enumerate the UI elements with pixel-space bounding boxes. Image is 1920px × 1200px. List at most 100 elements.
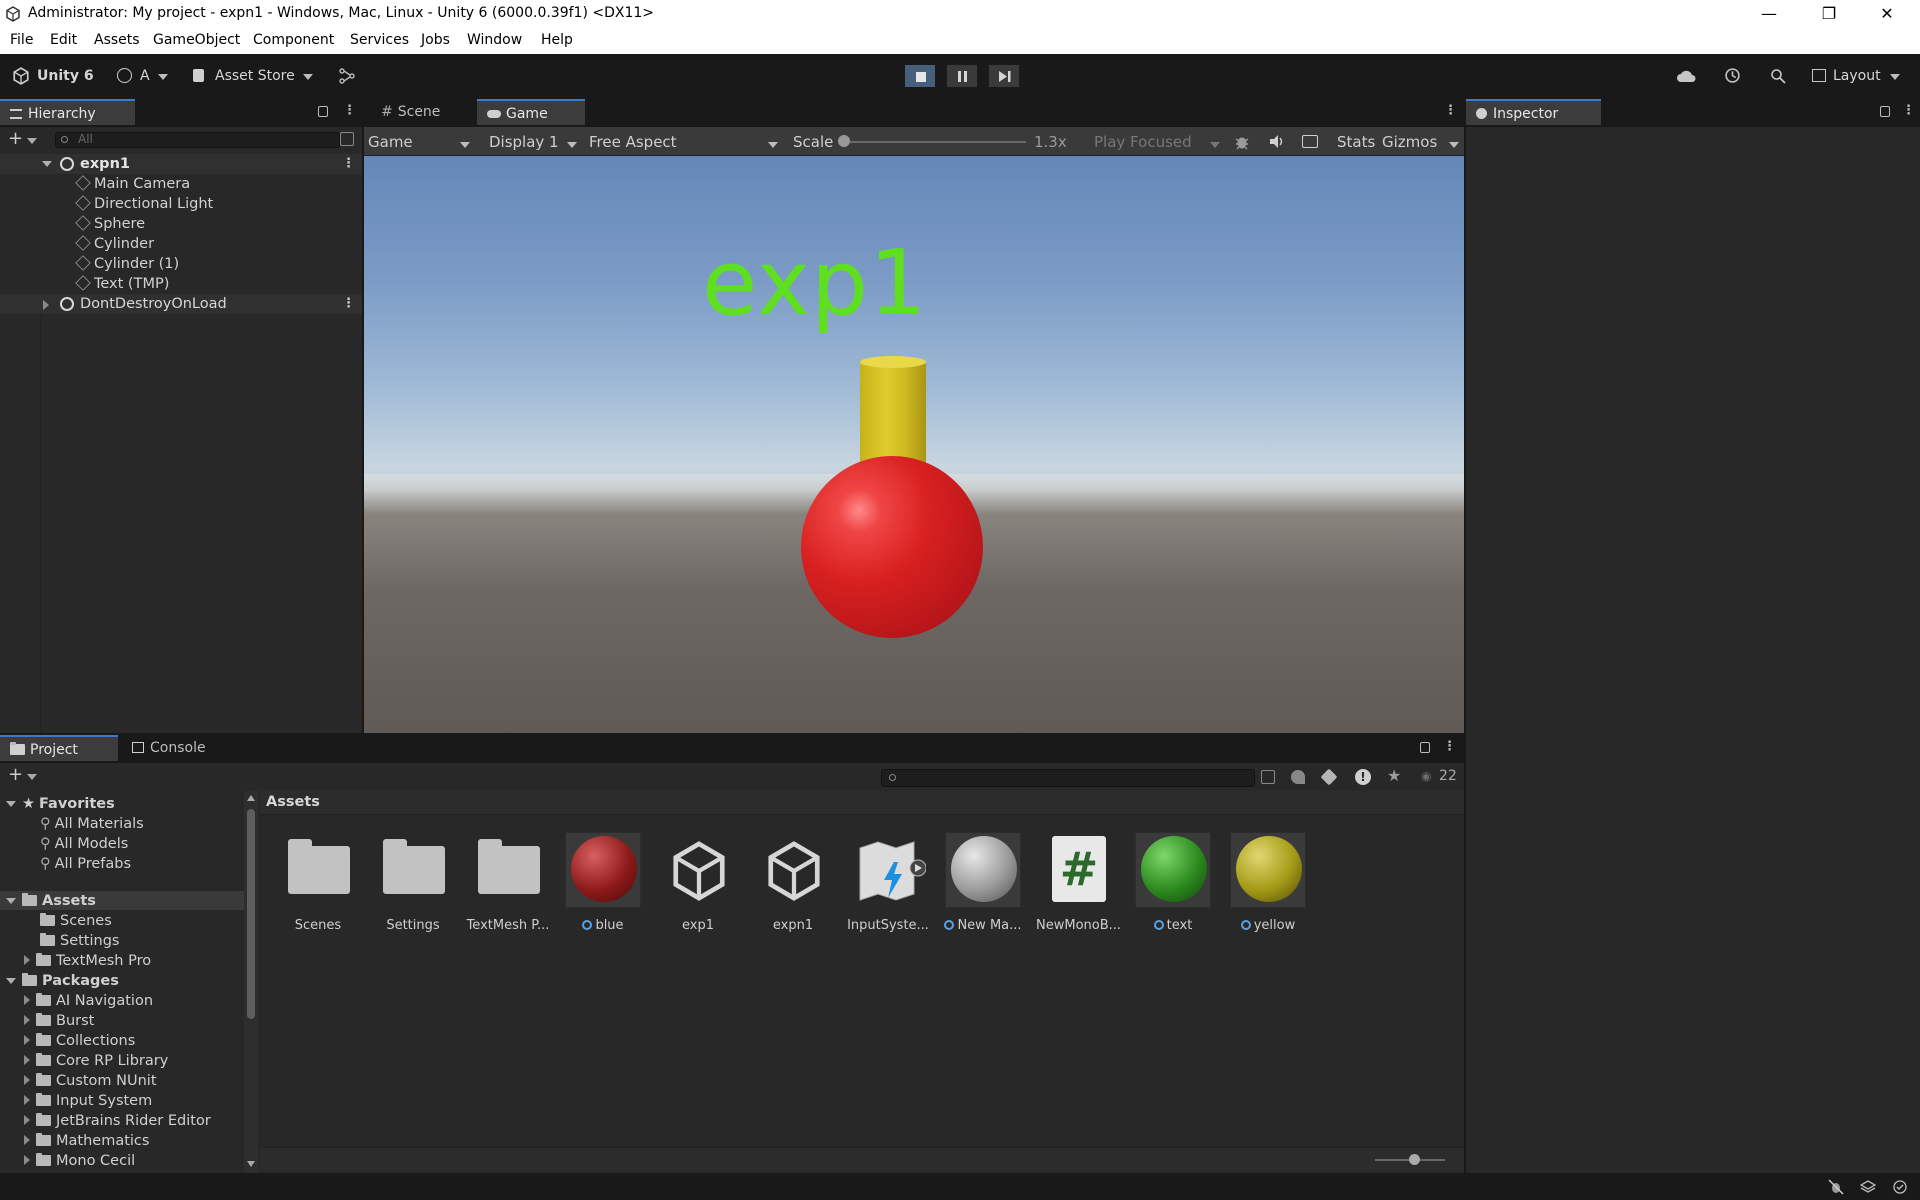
search-filter-icon[interactable] bbox=[340, 132, 354, 146]
package-item[interactable]: Core RP Library bbox=[24, 1051, 168, 1071]
package-item[interactable]: JetBrains Rider Editor bbox=[24, 1111, 211, 1131]
minimize-button[interactable]: — bbox=[1746, 0, 1792, 28]
dropdown-icon[interactable] bbox=[768, 139, 778, 154]
aspect-dropdown[interactable]: Free Aspect bbox=[589, 131, 677, 153]
menu-file[interactable]: File bbox=[10, 32, 33, 48]
layers-icon[interactable] bbox=[1860, 1179, 1876, 1195]
package-item[interactable]: AI Navigation bbox=[24, 991, 153, 1011]
assets-tree-item[interactable]: Settings bbox=[40, 931, 119, 951]
stats-button[interactable]: Stats bbox=[1337, 131, 1375, 153]
packages-header[interactable]: Packages bbox=[6, 971, 119, 991]
scene-row[interactable]: expn1 ⋮ bbox=[0, 154, 362, 174]
menu-help[interactable]: Help bbox=[541, 32, 573, 48]
tree-scrollbar[interactable] bbox=[244, 791, 258, 1173]
package-item[interactable]: Mathematics bbox=[24, 1131, 149, 1151]
menu-assets[interactable]: Assets bbox=[94, 32, 140, 48]
tab-game[interactable]: Game bbox=[477, 99, 585, 125]
package-item[interactable]: Input System bbox=[24, 1091, 152, 1111]
assets-tree-item[interactable]: Scenes bbox=[40, 911, 112, 931]
more-options-icon[interactable]: ⋮ bbox=[1902, 103, 1915, 118]
menu-services[interactable]: Services bbox=[350, 32, 409, 48]
more-options-icon[interactable]: ⋮ bbox=[343, 103, 356, 118]
asset-item[interactable]: exp1 bbox=[656, 832, 740, 933]
hierarchy-search[interactable]: All bbox=[55, 132, 340, 148]
more-options-icon[interactable]: ⋮ bbox=[1444, 103, 1457, 118]
asset-item[interactable]: blue bbox=[561, 832, 645, 933]
asset-item[interactable]: TextMesh P... bbox=[466, 832, 550, 933]
assets-tree-item[interactable]: TextMesh Pro bbox=[24, 951, 151, 971]
breadcrumb-assets[interactable]: Assets bbox=[266, 794, 320, 810]
asset-item[interactable]: text bbox=[1131, 832, 1215, 933]
package-item[interactable]: Collections bbox=[24, 1031, 135, 1051]
ddol-menu-icon[interactable]: ⋮ bbox=[342, 294, 355, 314]
gizmos-button[interactable]: Gizmos bbox=[1382, 131, 1437, 153]
type-filter-icon[interactable] bbox=[1291, 770, 1305, 784]
dropdown-icon[interactable] bbox=[460, 139, 470, 154]
asset-item[interactable]: Settings bbox=[371, 832, 455, 933]
scroll-up-icon[interactable] bbox=[247, 795, 255, 801]
hierarchy-item[interactable]: Text (TMP) bbox=[75, 274, 169, 294]
check-circle-icon[interactable] bbox=[1892, 1179, 1908, 1195]
pause-button[interactable] bbox=[946, 64, 978, 88]
label-filter-icon[interactable] bbox=[1320, 768, 1338, 786]
history-icon[interactable] bbox=[1724, 67, 1741, 84]
step-button[interactable] bbox=[988, 64, 1020, 88]
audio-icon[interactable] bbox=[1269, 134, 1285, 149]
layout-dropdown[interactable]: Layout bbox=[1833, 68, 1881, 84]
account-dropdown-icon[interactable] bbox=[158, 71, 168, 86]
menu-component[interactable]: Component bbox=[253, 32, 334, 48]
asset-item[interactable]: yellow bbox=[1226, 832, 1310, 933]
gizmos-dropdown-icon[interactable] bbox=[1449, 139, 1459, 154]
dropdown-icon[interactable] bbox=[1210, 139, 1220, 154]
zoom-slider-handle[interactable] bbox=[1409, 1154, 1420, 1165]
hierarchy-item[interactable]: Cylinder bbox=[75, 234, 154, 254]
favorite-star-icon[interactable]: ★ bbox=[1387, 766, 1401, 785]
menu-window[interactable]: Window bbox=[467, 32, 522, 48]
favorites-header[interactable]: ★ Favorites bbox=[6, 794, 115, 814]
lock-icon[interactable] bbox=[1880, 106, 1890, 117]
menu-edit[interactable]: Edit bbox=[50, 32, 77, 48]
package-item[interactable]: Custom NUnit bbox=[24, 1071, 157, 1091]
package-item[interactable]: Mono Cecil bbox=[24, 1151, 135, 1171]
asset-item[interactable]: expn1 bbox=[751, 832, 835, 933]
cloud-icon[interactable] bbox=[1676, 69, 1696, 83]
dropdown-icon[interactable] bbox=[567, 139, 577, 154]
scene-menu-icon[interactable]: ⋮ bbox=[342, 154, 355, 174]
add-dropdown-icon[interactable] bbox=[27, 135, 37, 150]
lock-icon[interactable] bbox=[1420, 742, 1430, 753]
maximize-button[interactable]: ❐ bbox=[1806, 0, 1852, 28]
tab-scene[interactable]: # Scene bbox=[371, 99, 481, 125]
product-label[interactable]: Unity 6 bbox=[37, 68, 94, 84]
favorites-item[interactable]: ⚲ All Materials bbox=[40, 814, 144, 834]
game-view[interactable]: exp1 bbox=[364, 156, 1464, 733]
bug-icon[interactable] bbox=[1234, 133, 1250, 150]
game-view-dropdown[interactable]: Game bbox=[368, 131, 413, 153]
asset-store-dropdown-icon[interactable] bbox=[303, 71, 313, 86]
hierarchy-item[interactable]: Directional Light bbox=[75, 194, 213, 214]
layout-dropdown-icon[interactable] bbox=[1890, 71, 1900, 86]
version-control-icon[interactable] bbox=[339, 68, 355, 84]
search-icon[interactable] bbox=[1770, 68, 1786, 84]
asset-item[interactable]: Scenes bbox=[276, 832, 360, 933]
tab-inspector[interactable]: Inspector bbox=[1466, 99, 1601, 125]
warning-filter-icon[interactable]: ! bbox=[1355, 769, 1371, 785]
asset-item[interactable]: # NewMonoB... bbox=[1036, 832, 1120, 933]
add-icon[interactable]: + bbox=[8, 130, 23, 148]
scale-slider-track[interactable] bbox=[841, 141, 1026, 143]
assets-header[interactable]: Assets bbox=[6, 891, 96, 911]
hierarchy-item[interactable]: Sphere bbox=[75, 214, 145, 234]
asset-item[interactable]: New Ma... bbox=[941, 832, 1025, 933]
more-options-icon[interactable]: ⋮ bbox=[1443, 739, 1456, 754]
asset-store-button[interactable]: Asset Store bbox=[215, 68, 295, 84]
play-button[interactable] bbox=[904, 64, 936, 88]
add-dropdown-icon[interactable] bbox=[27, 771, 37, 786]
project-search[interactable] bbox=[881, 769, 1255, 787]
close-button[interactable]: ✕ bbox=[1864, 0, 1910, 28]
hierarchy-item[interactable]: Main Camera bbox=[75, 174, 190, 194]
add-icon[interactable]: + bbox=[8, 766, 23, 784]
menu-gameobject[interactable]: GameObject bbox=[153, 32, 240, 48]
play-mode-dropdown[interactable]: Play Focused bbox=[1094, 131, 1192, 153]
favorites-item[interactable]: ⚲ All Models bbox=[40, 834, 128, 854]
keyboard-icon[interactable] bbox=[1302, 135, 1318, 148]
tab-hierarchy[interactable]: Hierarchy bbox=[0, 99, 135, 125]
